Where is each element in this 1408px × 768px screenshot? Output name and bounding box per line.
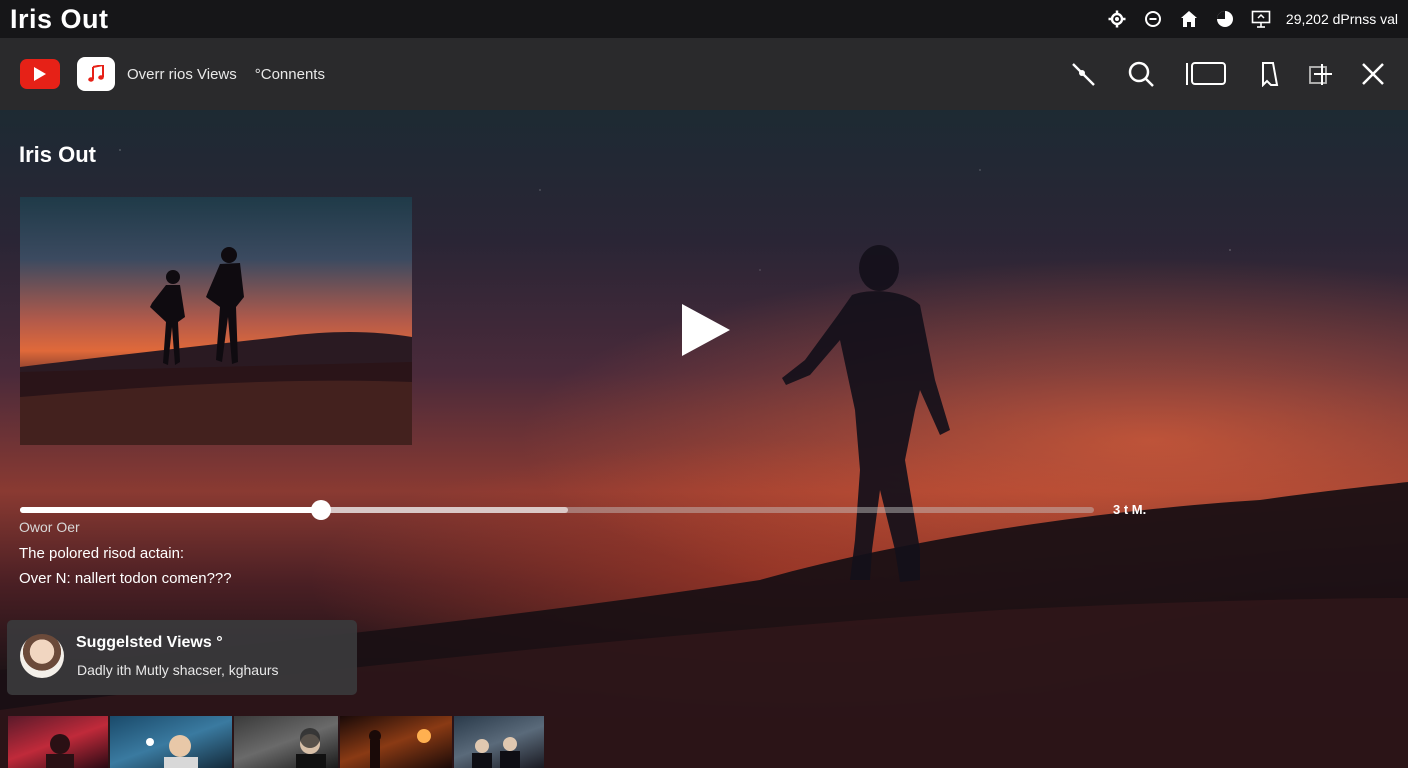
- pie-clock-icon[interactable]: [1214, 8, 1236, 30]
- status-bar: Iris Out 29,202 dPrnss val: [0, 0, 1408, 38]
- tab-comments[interactable]: °Connents: [255, 66, 325, 83]
- search-icon[interactable]: [1126, 59, 1156, 89]
- screen-share-icon[interactable]: [1250, 8, 1272, 30]
- home-icon[interactable]: [1178, 8, 1200, 30]
- thumbnail-figure: [46, 734, 74, 768]
- progress-bar[interactable]: [20, 500, 1094, 520]
- thumbnail-scene: [20, 247, 412, 445]
- magic-wand-icon[interactable]: [1068, 59, 1098, 89]
- status-bar-text: 29,202 dPrnss val: [1285, 11, 1398, 27]
- youtube-logo-icon[interactable]: [20, 59, 60, 89]
- toolbar: [1068, 59, 1388, 89]
- thumbnail-figure: [369, 729, 431, 768]
- comment-prompt[interactable]: Over N: nallert todon comen???: [19, 570, 232, 587]
- suggested-title: Suggelsted Views °: [76, 634, 223, 651]
- app-title: Iris Out: [10, 3, 109, 34]
- close-icon[interactable]: [1358, 59, 1388, 89]
- channel-name[interactable]: Owor Oer: [19, 519, 80, 535]
- play-button[interactable]: [680, 302, 732, 358]
- thumbnail-item[interactable]: [234, 716, 338, 768]
- tab-views[interactable]: Overr rios Views: [127, 66, 237, 83]
- avatar: [20, 634, 64, 678]
- thumbnail-figure: [472, 737, 520, 768]
- music-note-icon[interactable]: [77, 57, 115, 91]
- crop-add-icon[interactable]: [1306, 59, 1336, 89]
- person-silhouette: [782, 245, 950, 582]
- thumbnail-item[interactable]: [340, 716, 452, 768]
- bookmark-icon[interactable]: [1256, 59, 1286, 89]
- thumbnail-item[interactable]: [110, 716, 232, 768]
- thumbnail-item[interactable]: [454, 716, 544, 768]
- status-bar-right: 29,202 dPrnss val: [1106, 8, 1398, 30]
- thumbnail-figure: [296, 728, 326, 768]
- video-description: The polored risod actain:: [19, 545, 185, 562]
- thumbnail-item[interactable]: [8, 716, 108, 768]
- progress-knob[interactable]: [310, 500, 331, 520]
- thumbnail-strip: [8, 716, 546, 768]
- minus-circle-icon[interactable]: [1142, 8, 1164, 30]
- suggested-subtitle: Dadly ith Mutly shacser, kghaurs: [77, 662, 279, 678]
- video-title: Iris Out: [19, 142, 97, 167]
- thumbnail-figure: [146, 735, 198, 768]
- progress-played: [20, 507, 321, 513]
- settings-gear-icon[interactable]: [1106, 8, 1128, 30]
- suggested-views-card[interactable]: Suggelsted Views ° Dadly ith Mutly shacs…: [7, 620, 357, 695]
- video-thumbnail[interactable]: [20, 197, 412, 445]
- progress-time-label: 3 t M.: [1113, 502, 1147, 517]
- tab-bar: Overr rios Views °Connents: [0, 38, 1408, 110]
- window-icon[interactable]: [1184, 59, 1228, 89]
